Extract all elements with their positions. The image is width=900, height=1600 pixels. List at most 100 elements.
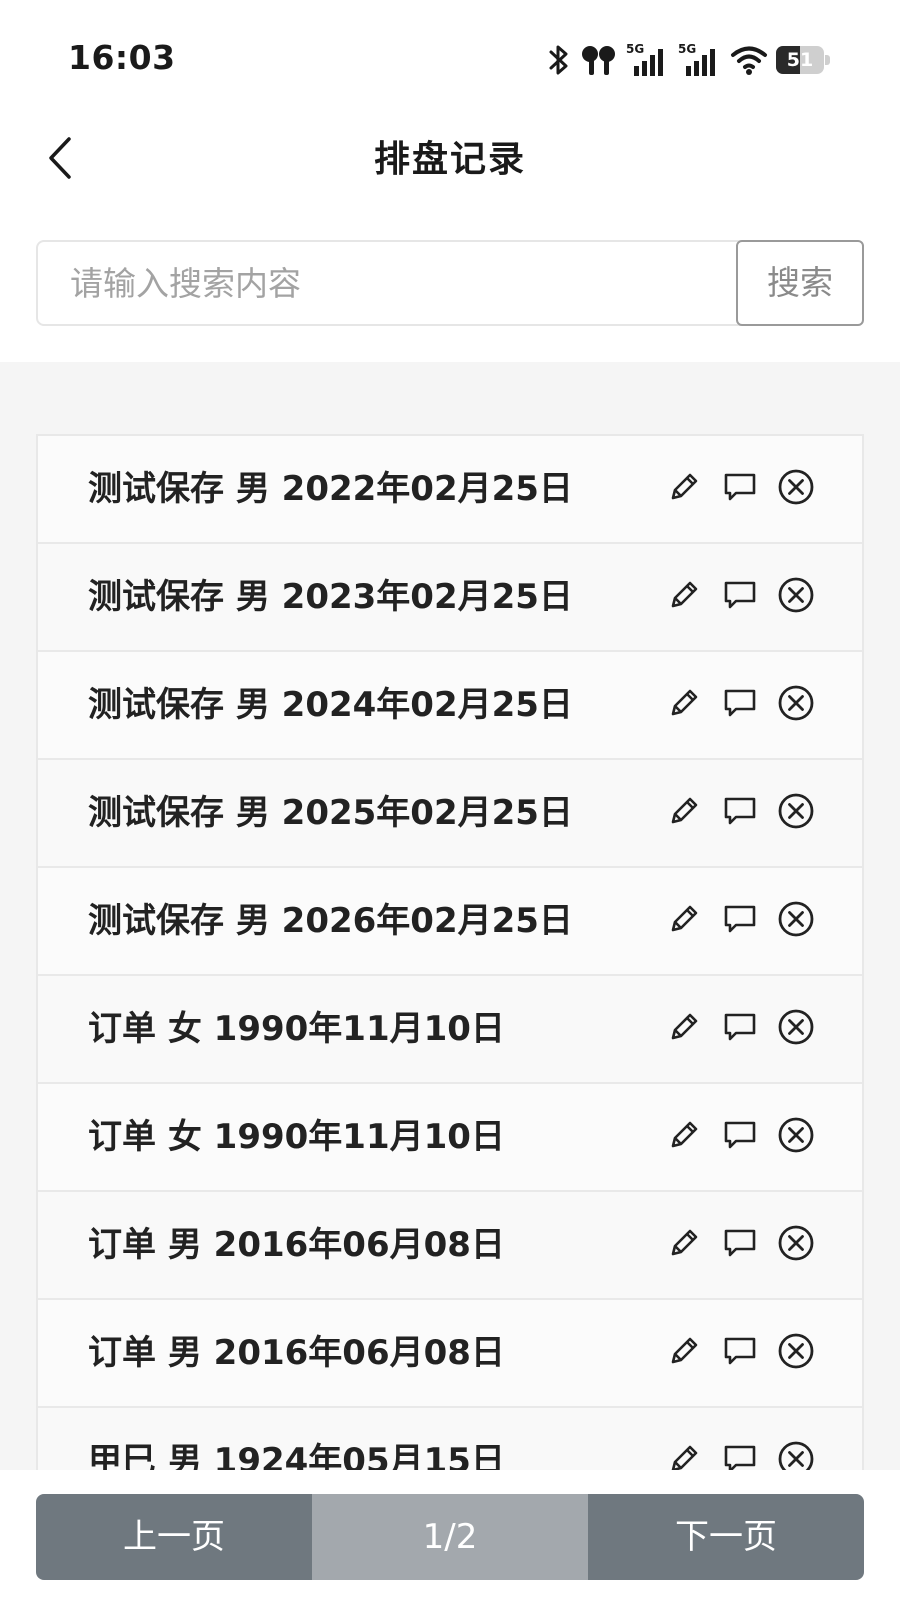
- search-bar: 搜索: [36, 240, 864, 326]
- row-actions: [664, 652, 816, 758]
- comment-icon: [723, 1442, 757, 1470]
- edit-button[interactable]: [664, 1009, 704, 1049]
- comment-button[interactable]: [720, 1225, 760, 1265]
- pencil-icon: [667, 1118, 701, 1156]
- record-text: 甲巳 男 1924年05月15日: [88, 1441, 505, 1470]
- record-text: 订单 男 2016年06月08日: [88, 1225, 505, 1265]
- edit-button[interactable]: [664, 1117, 704, 1157]
- comment-icon: [723, 686, 757, 724]
- edit-button[interactable]: [664, 1333, 704, 1373]
- comment-icon: [723, 1010, 757, 1048]
- comment-icon: [723, 578, 757, 616]
- record-row[interactable]: 订单 男 2016年06月08日: [38, 1300, 862, 1408]
- edit-button[interactable]: [664, 1225, 704, 1265]
- status-time: 16:03: [68, 38, 176, 77]
- search-input[interactable]: [38, 242, 738, 324]
- pencil-icon: [667, 902, 701, 940]
- record-text: 测试保存 男 2023年02月25日: [88, 577, 573, 617]
- network-label: 5G: [626, 42, 644, 56]
- comment-button[interactable]: [720, 685, 760, 725]
- record-row[interactable]: 订单 女 1990年11月10日: [38, 976, 862, 1084]
- close-circle-icon: [777, 1440, 815, 1470]
- row-actions: [664, 976, 816, 1082]
- pencil-icon: [667, 1334, 701, 1372]
- record-row[interactable]: 测试保存 男 2025年02月25日: [38, 760, 862, 868]
- edit-button[interactable]: [664, 577, 704, 617]
- comment-button[interactable]: [720, 1441, 760, 1470]
- bluetooth-icon: [546, 43, 572, 77]
- pencil-icon: [667, 1442, 701, 1470]
- record-text: 订单 女 1990年11月10日: [88, 1009, 505, 1049]
- earbuds-icon: [580, 43, 618, 77]
- edit-button[interactable]: [664, 901, 704, 941]
- comment-icon: [723, 1226, 757, 1264]
- edit-button[interactable]: [664, 685, 704, 725]
- record-row[interactable]: 订单 女 1990年11月10日: [38, 1084, 862, 1192]
- comment-button[interactable]: [720, 469, 760, 509]
- pencil-icon: [667, 794, 701, 832]
- delete-button[interactable]: [776, 577, 816, 617]
- pencil-icon: [667, 470, 701, 508]
- record-row[interactable]: 订单 男 2016年06月08日: [38, 1192, 862, 1300]
- record-text: 测试保存 男 2024年02月25日: [88, 685, 573, 725]
- delete-button[interactable]: [776, 901, 816, 941]
- network-label: 5G: [678, 42, 696, 56]
- delete-button[interactable]: [776, 1009, 816, 1049]
- close-circle-icon: [777, 792, 815, 834]
- comment-button[interactable]: [720, 1333, 760, 1373]
- delete-button[interactable]: [776, 793, 816, 833]
- record-list: 测试保存 男 2022年02月25日 测试保存 男 2023年02月25日 测试保存…: [36, 434, 864, 1470]
- page-title: 排盘记录: [373, 139, 526, 180]
- row-actions: [664, 760, 816, 866]
- record-row[interactable]: 甲巳 男 1924年05月15日: [38, 1408, 862, 1470]
- pencil-icon: [667, 1010, 701, 1048]
- comment-icon: [723, 470, 757, 508]
- row-actions: [664, 1300, 816, 1406]
- signal-5g-icon: 5G: [678, 42, 722, 78]
- comment-icon: [723, 902, 757, 940]
- comment-button[interactable]: [720, 1117, 760, 1157]
- pencil-icon: [667, 578, 701, 616]
- delete-button[interactable]: [776, 469, 816, 509]
- battery-percent: 51: [786, 49, 814, 71]
- comment-button[interactable]: [720, 793, 760, 833]
- comment-button[interactable]: [720, 901, 760, 941]
- close-circle-icon: [777, 1332, 815, 1374]
- record-row[interactable]: 测试保存 男 2026年02月25日: [38, 868, 862, 976]
- back-button[interactable]: [30, 130, 90, 190]
- record-list-area[interactable]: 测试保存 男 2022年02月25日 测试保存 男 2023年02月25日 测试保存…: [0, 362, 900, 1470]
- pagination-bar: 上一页 1/2 下一页: [0, 1470, 900, 1600]
- pencil-icon: [667, 686, 701, 724]
- delete-button[interactable]: [776, 1333, 816, 1373]
- record-text: 订单 女 1990年11月10日: [88, 1117, 505, 1157]
- next-page-button[interactable]: 下一页: [588, 1494, 864, 1580]
- pagination: 上一页 1/2 下一页: [36, 1494, 864, 1580]
- record-text: 订单 男 2016年06月08日: [88, 1333, 505, 1373]
- row-actions: [664, 544, 816, 650]
- delete-button[interactable]: [776, 1225, 816, 1265]
- row-actions: [664, 1408, 816, 1470]
- row-actions: [664, 868, 816, 974]
- record-row[interactable]: 测试保存 男 2023年02月25日: [38, 544, 862, 652]
- delete-button[interactable]: [776, 685, 816, 725]
- page-indicator: 1/2: [312, 1494, 588, 1580]
- delete-button[interactable]: [776, 1441, 816, 1470]
- delete-button[interactable]: [776, 1117, 816, 1157]
- pencil-icon: [667, 1226, 701, 1264]
- record-text: 测试保存 男 2022年02月25日: [88, 469, 573, 509]
- edit-button[interactable]: [664, 469, 704, 509]
- search-button[interactable]: 搜索: [736, 240, 864, 326]
- battery-icon: 51: [776, 46, 830, 74]
- status-bar: 16:03 5G 5G 51: [0, 0, 900, 110]
- edit-button[interactable]: [664, 1441, 704, 1470]
- prev-page-button[interactable]: 上一页: [36, 1494, 312, 1580]
- record-row[interactable]: 测试保存 男 2024年02月25日: [38, 652, 862, 760]
- edit-button[interactable]: [664, 793, 704, 833]
- row-actions: [664, 1192, 816, 1298]
- record-row[interactable]: 测试保存 男 2022年02月25日: [38, 436, 862, 544]
- close-circle-icon: [777, 1008, 815, 1050]
- comment-icon: [723, 1118, 757, 1156]
- close-circle-icon: [777, 468, 815, 510]
- comment-button[interactable]: [720, 1009, 760, 1049]
- comment-button[interactable]: [720, 577, 760, 617]
